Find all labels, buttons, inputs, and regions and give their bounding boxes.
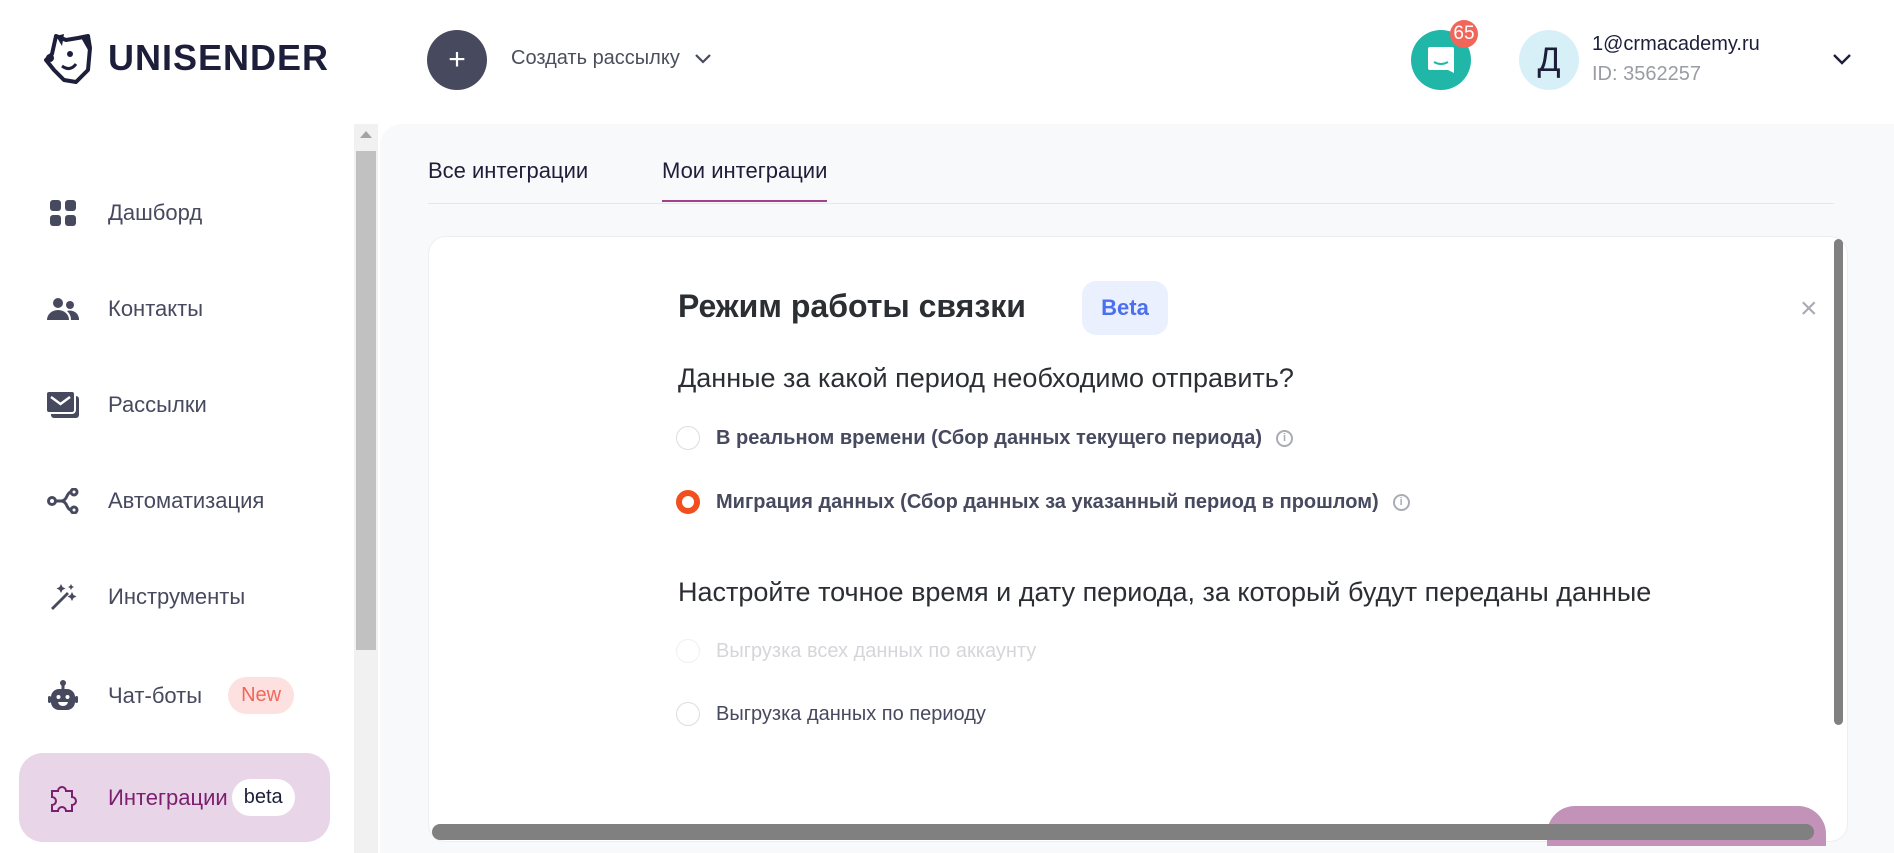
radio-label: В реальном времени (Сбор данных текущего… <box>716 426 1263 449</box>
radio-button-disabled <box>676 639 700 663</box>
sidebar-scrollbar-thumb[interactable] <box>356 151 376 650</box>
notifications-badge: 65 <box>1450 20 1478 48</box>
plus-icon: + <box>448 43 466 76</box>
magic-wand-icon <box>46 580 80 614</box>
close-icon[interactable]: × <box>1800 292 1818 326</box>
sidebar: Дашборд Контакты Рассылки Автоматизация … <box>0 124 354 853</box>
create-campaign-dropdown[interactable]: Создать рассылку <box>511 47 712 70</box>
title-beta-badge: Beta <box>1082 281 1168 335</box>
radio-label: Выгрузка данных по периоду <box>716 702 986 725</box>
sidebar-item-integrations[interactable]: Интеграции beta <box>19 753 330 842</box>
account-email[interactable]: 1@crmacademy.ru <box>1592 33 1760 56</box>
range-heading: Настройте точное время и дату периода, з… <box>678 577 1652 607</box>
sidebar-item-tools[interactable]: Инструменты <box>19 552 330 641</box>
logo-text: UNISENDER <box>108 37 330 78</box>
card-vertical-scrollbar[interactable] <box>1834 239 1843 725</box>
create-campaign-label: Создать рассылку <box>511 47 680 69</box>
card-horizontal-scrollbar[interactable] <box>432 824 1814 840</box>
new-badge: New <box>228 677 295 714</box>
sidebar-item-label: Интеграции <box>108 784 228 810</box>
info-icon[interactable]: i <box>1392 493 1410 511</box>
puzzle-icon <box>46 781 80 815</box>
dashboard-grid-icon <box>46 196 80 230</box>
sidebar-item-automation[interactable]: Автоматизация <box>19 456 330 545</box>
radio-realtime[interactable]: В реальном времени (Сбор данных текущего… <box>676 426 1294 450</box>
radio-all-data[interactable]: Выгрузка всех данных по аккаунту <box>676 639 1036 663</box>
period-question: Данные за какой период необходимо отправ… <box>678 363 1294 393</box>
account-menu-chevron-icon[interactable] <box>1832 52 1852 66</box>
radio-label: Выгрузка всех данных по аккаунту <box>716 639 1037 662</box>
contacts-people-icon <box>46 292 80 326</box>
card-title: Режим работы связки <box>678 288 1026 324</box>
mail-icon <box>46 388 80 422</box>
radio-button[interactable] <box>676 702 700 726</box>
sidebar-item-label: Чат-боты <box>108 682 203 708</box>
tabs-divider <box>428 203 1834 204</box>
automation-nodes-icon <box>46 484 80 518</box>
sidebar-item-label: Инструменты <box>108 583 246 609</box>
sidebar-item-campaigns[interactable]: Рассылки <box>19 360 330 449</box>
radio-button[interactable] <box>676 426 700 450</box>
scroll-up-arrow-icon[interactable] <box>360 131 372 138</box>
radio-button-selected[interactable] <box>676 490 700 514</box>
sidebar-item-contacts[interactable]: Контакты <box>19 264 330 353</box>
sidebar-item-dashboard[interactable]: Дашборд <box>19 168 330 257</box>
sidebar-item-label: Контакты <box>108 295 204 321</box>
sidebar-item-label: Автоматизация <box>108 487 265 513</box>
info-icon[interactable]: i <box>1276 429 1294 447</box>
dog-logo-icon <box>44 34 92 84</box>
radio-migration[interactable]: Миграция данных (Сбор данных за указанны… <box>676 490 1410 514</box>
sidebar-item-label: Рассылки <box>108 391 207 417</box>
tab-all-integrations[interactable]: Все интеграции <box>428 158 588 200</box>
beta-badge: beta <box>231 779 295 816</box>
create-campaign-plus-button[interactable]: + <box>427 30 487 90</box>
radio-by-period[interactable]: Выгрузка данных по периоду <box>676 702 986 726</box>
sidebar-item-label: Дашборд <box>108 199 203 225</box>
sidebar-item-chatbots[interactable]: Чат-боты New <box>19 651 330 740</box>
tab-my-integrations[interactable]: Мои интеграции <box>662 158 828 202</box>
chevron-down-icon <box>695 53 711 64</box>
robot-icon <box>46 679 80 713</box>
logo[interactable]: UNISENDER <box>42 30 329 86</box>
radio-label: Миграция данных (Сбор данных за указанны… <box>716 490 1379 513</box>
avatar[interactable]: Д <box>1519 30 1579 90</box>
account-id: ID: 3562257 <box>1592 63 1701 85</box>
